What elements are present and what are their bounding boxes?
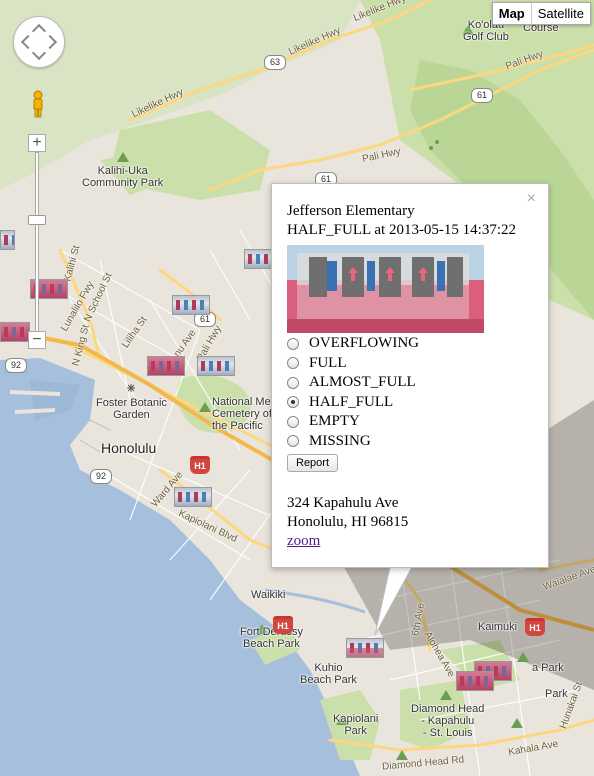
zoom-in-button[interactable]: + xyxy=(28,134,46,152)
status-option-label: EMPTY xyxy=(309,413,360,430)
status-option-label: OVERFLOWING xyxy=(309,335,419,352)
map-type-map-button[interactable]: Map xyxy=(492,3,531,24)
bin-status-line: HALF_FULL at 2013-05-15 14:37:22 xyxy=(287,222,517,238)
address-line-1: 324 Kapahulu Ave xyxy=(287,495,399,511)
label-foster-garden: Foster Botanic Garden xyxy=(96,397,167,421)
status-radio[interactable] xyxy=(287,376,299,389)
status-option[interactable]: MISSING xyxy=(287,432,538,452)
pan-up-icon[interactable] xyxy=(31,23,47,39)
label-kaimuki: Kaimuki xyxy=(478,621,518,633)
bin-marker[interactable] xyxy=(197,356,235,376)
zoom-slider-track[interactable] xyxy=(28,152,46,340)
status-option-label: ALMOST_FULL xyxy=(309,374,416,391)
status-option-label: MISSING xyxy=(309,432,371,449)
label-waikiki: Waikiki xyxy=(251,589,286,601)
status-radio[interactable] xyxy=(287,435,299,448)
bin-marker-selected[interactable] xyxy=(346,638,384,658)
status-option-label: HALF_FULL xyxy=(309,393,394,410)
bin-marker[interactable] xyxy=(456,671,494,691)
status-radio[interactable] xyxy=(287,415,299,428)
route-92-shield: 92 xyxy=(5,358,27,373)
label-diamond-head: Diamond Head - Kapahulu - St. Louis xyxy=(411,703,485,739)
label-cemetery: National Me Cemetery of the Pacific xyxy=(212,396,272,432)
route-61-shield: 61 xyxy=(471,88,493,103)
status-option[interactable]: OVERFLOWING xyxy=(287,334,538,354)
route-63-shield: 63 xyxy=(264,55,286,70)
bin-address: 324 Kapahulu Ave Honolulu, HI 96815 zoom xyxy=(287,494,538,551)
pan-left-icon[interactable] xyxy=(20,34,36,50)
status-radio-group: OVERFLOWING FULL ALMOST_FULL HALF_FULL EMPTY… xyxy=(287,334,538,451)
interstate-h1-shield: H1 xyxy=(273,616,293,634)
label-fort-derussy: Fort Derussy Beach Park xyxy=(240,626,303,650)
bin-marker[interactable] xyxy=(147,356,185,376)
status-option[interactable]: FULL xyxy=(287,354,538,374)
route-92-shield: 92 xyxy=(90,469,112,484)
zoom-slider-thumb[interactable] xyxy=(28,215,46,225)
status-radio[interactable] xyxy=(287,357,299,370)
pegman-icon[interactable] xyxy=(30,90,46,118)
info-window: × Jefferson Elementary HALF_FULL at 2013… xyxy=(271,183,549,568)
address-line-2: Honolulu, HI 96815 xyxy=(287,514,409,530)
status-option[interactable]: HALF_FULL xyxy=(287,393,538,413)
pan-control xyxy=(13,16,65,68)
zoom-out-button[interactable]: − xyxy=(28,331,46,349)
bin-marker[interactable] xyxy=(174,487,212,507)
status-radio[interactable] xyxy=(287,396,299,409)
map-type-satellite-button[interactable]: Satellite xyxy=(530,3,590,24)
label-park-right2: Park xyxy=(545,688,568,700)
bin-marker[interactable] xyxy=(0,230,15,250)
bin-title: Jefferson Elementary xyxy=(287,203,415,219)
zoom-link[interactable]: zoom xyxy=(287,533,320,549)
label-kuhio: Kuhio Beach Park xyxy=(300,662,357,686)
status-option[interactable]: ALMOST_FULL xyxy=(287,373,538,393)
status-option-label: FULL xyxy=(309,354,347,371)
bin-marker[interactable] xyxy=(172,295,210,315)
pan-right-icon[interactable] xyxy=(42,34,58,50)
label-kalihi-uka: Kalihi-Uka Community Park xyxy=(82,165,164,189)
interstate-h1-shield: H1 xyxy=(525,618,545,636)
interstate-h1-shield: H1 xyxy=(190,456,210,474)
map-canvas[interactable]: Ko'olau Golf Club Course Kalihi-Uka Comm… xyxy=(0,0,594,776)
bin-photo xyxy=(287,245,484,333)
label-park-right: a Park xyxy=(532,662,564,674)
status-radio[interactable] xyxy=(287,337,299,350)
label-honolulu: Honolulu xyxy=(101,440,157,456)
label-kapiolani-park: Kapiolani Park xyxy=(333,713,379,737)
report-button[interactable]: Report xyxy=(287,454,339,472)
pan-down-icon[interactable] xyxy=(31,45,47,61)
status-option[interactable]: EMPTY xyxy=(287,412,538,432)
bin-marker[interactable] xyxy=(0,322,30,342)
map-type-control: Map Satellite xyxy=(491,2,591,25)
